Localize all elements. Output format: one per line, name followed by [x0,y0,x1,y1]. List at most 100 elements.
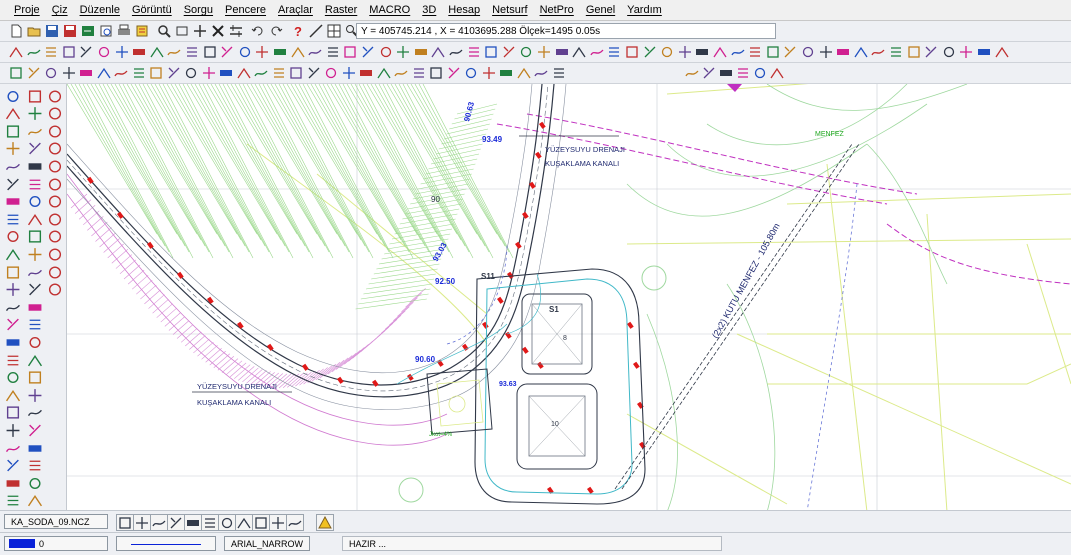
menu-9[interactable]: 3D [416,4,442,16]
left-tool-0-23-icon[interactable] [4,493,22,509]
tb3-tool-27-icon[interactable] [481,65,497,80]
tb2-tool-39-icon[interactable] [694,44,710,59]
left-tool-1-5-icon[interactable] [26,176,44,192]
tb3-right-tool-1-icon[interactable] [701,65,717,80]
menu-11[interactable]: Netsurf [486,4,533,16]
tb2-tool-10-icon[interactable] [184,44,200,59]
left-tool-1-12-icon[interactable] [26,299,44,315]
left-tool-1-21-icon[interactable] [26,458,44,474]
menu-3[interactable]: Görüntü [126,4,178,16]
tb2-tool-26-icon[interactable] [466,44,482,59]
menu-2[interactable]: Düzenle [74,4,126,16]
left-tool-0-19-icon[interactable] [4,422,22,438]
left-tool-2-9-icon[interactable] [46,246,64,262]
line-tool-icon[interactable] [308,23,324,38]
left-tool-0-1-icon[interactable] [4,106,22,122]
menu-14[interactable]: Yardım [621,4,668,16]
left-tool-1-23-icon[interactable] [26,493,44,509]
tb2-tool-35-icon[interactable] [624,44,640,59]
pick-icon[interactable] [210,23,226,38]
menu-12[interactable]: NetPro [534,4,580,16]
left-tool-0-3-icon[interactable] [4,141,22,157]
tb3-tool-25-icon[interactable] [446,65,462,80]
left-tool-0-7-icon[interactable] [4,211,22,227]
tb2-tool-43-icon[interactable] [765,44,781,59]
tb2-tool-2-icon[interactable] [43,44,59,59]
tb3-right-tool-2-icon[interactable] [718,65,734,80]
tb2-tool-3-icon[interactable] [61,44,77,59]
tb2-tool-22-icon[interactable] [395,44,411,59]
snap-mode-0-icon[interactable] [116,514,134,531]
tb2-tool-33-icon[interactable] [589,44,605,59]
left-tool-0-0-icon[interactable] [4,88,22,104]
left-tool-1-19-icon[interactable] [26,422,44,438]
drawing-tab[interactable]: KA_SODA_09.NCZ [4,514,108,529]
left-tool-2-7-icon[interactable] [46,211,64,227]
left-tool-0-17-icon[interactable] [4,387,22,403]
left-tool-1-15-icon[interactable] [26,352,44,368]
left-tool-0-14-icon[interactable] [4,334,22,350]
undo-icon[interactable] [250,23,266,38]
left-tool-0-12-icon[interactable] [4,299,22,315]
left-tool-0-6-icon[interactable] [4,194,22,210]
tb2-tool-11-icon[interactable] [202,44,218,59]
snap-mode-8-icon[interactable] [252,514,270,531]
snap-mode-6-icon[interactable] [218,514,236,531]
menu-1[interactable]: Çiz [46,4,74,16]
tb2-tool-24-icon[interactable] [430,44,446,59]
layers-icon[interactable] [134,23,150,38]
menu-7[interactable]: Raster [319,4,363,16]
tb2-tool-55-icon[interactable] [976,44,992,59]
tb3-tool-10-icon[interactable] [183,65,199,80]
left-tool-2-2-icon[interactable] [46,123,64,139]
tb2-tool-32-icon[interactable] [571,44,587,59]
tb2-tool-21-icon[interactable] [378,44,394,59]
linetype-box[interactable] [116,536,216,551]
left-tool-1-7-icon[interactable] [26,211,44,227]
tb2-tool-17-icon[interactable] [307,44,323,59]
tb3-tool-16-icon[interactable] [288,65,304,80]
tb3-tool-12-icon[interactable] [218,65,234,80]
left-tool-1-18-icon[interactable] [26,405,44,421]
menu-5[interactable]: Pencere [219,4,272,16]
tb2-tool-1-icon[interactable] [26,44,42,59]
tb2-tool-30-icon[interactable] [536,44,552,59]
font-box[interactable]: ARIAL_NARROW [224,536,310,551]
tb2-tool-16-icon[interactable] [290,44,306,59]
tb2-tool-42-icon[interactable] [747,44,763,59]
snap-mode-9-icon[interactable] [269,514,287,531]
tb3-tool-7-icon[interactable] [131,65,147,80]
left-tool-1-10-icon[interactable] [26,264,44,280]
cad-drawing[interactable]: YÜZEYSUYU DRENAJI KUŞAKLAMA KANALI YÜZEY… [67,84,1071,512]
left-tool-2-8-icon[interactable] [46,229,64,245]
tb2-tool-29-icon[interactable] [518,44,534,59]
left-tool-0-8-icon[interactable] [4,229,22,245]
help-icon[interactable]: ? [290,23,306,38]
left-tool-2-6-icon[interactable] [46,194,64,210]
tb2-tool-4-icon[interactable] [78,44,94,59]
left-tool-1-16-icon[interactable] [26,370,44,386]
tb3-right-tool-5-icon[interactable] [769,65,785,80]
menu-4[interactable]: Sorgu [178,4,219,16]
tb2-tool-20-icon[interactable] [360,44,376,59]
tb2-tool-13-icon[interactable] [237,44,253,59]
tb3-right-tool-3-icon[interactable] [735,65,751,80]
left-tool-1-6-icon[interactable] [26,194,44,210]
tb2-tool-50-icon[interactable] [888,44,904,59]
print-preview-icon[interactable] [98,23,114,38]
tb2-tool-5-icon[interactable] [96,44,112,59]
tb2-tool-54-icon[interactable] [958,44,974,59]
left-tool-2-5-icon[interactable] [46,176,64,192]
tb2-tool-37-icon[interactable] [659,44,675,59]
left-tool-1-22-icon[interactable] [26,475,44,491]
zoom-icon[interactable] [156,23,172,38]
tb3-tool-0-icon[interactable] [8,65,24,80]
left-tool-1-2-icon[interactable] [26,123,44,139]
tb2-tool-46-icon[interactable] [818,44,834,59]
new-file-icon[interactable] [8,23,24,38]
left-tool-2-4-icon[interactable] [46,158,64,174]
tb3-tool-4-icon[interactable] [78,65,94,80]
snap-mode-10-icon[interactable] [286,514,304,531]
left-tool-2-1-icon[interactable] [46,106,64,122]
menu-8[interactable]: MACRO [363,4,416,16]
